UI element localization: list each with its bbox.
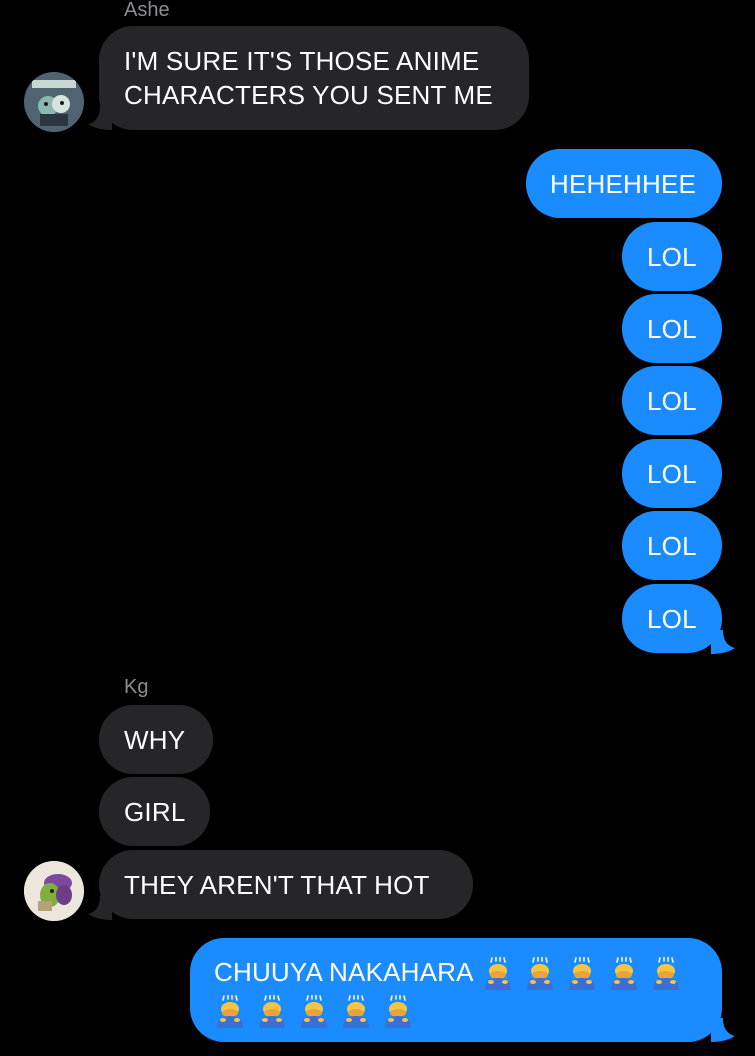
message-text: I'M SURE IT'S THOSE ANIME CHARACTERS YOU… [124,46,493,110]
message-bubble-incoming[interactable]: THEY AREN'T THAT HOT [99,850,473,919]
message-text: WHY [124,725,186,755]
person-bowing-emoji [484,957,511,991]
message-text: CHUUYA NAKAHARA [214,955,722,991]
person-bowing-emoji [259,995,285,1029]
person-bowing-emoji [385,995,411,1029]
ashe-avatar-icon [24,72,84,132]
message-text-label: CHUUYA NAKAHARA [214,957,474,987]
person-bowing-emoji [652,957,679,991]
message-bubble-outgoing[interactable]: HEHEHHEE [526,149,722,218]
bubble-tail-incoming [88,896,112,920]
message-bubble-outgoing[interactable]: LOL [622,294,722,363]
bubble-tail-outgoing [711,1018,735,1042]
message-text: GIRL [124,797,186,827]
message-text: LOL [647,531,697,561]
sender-name-ashe: Ashe [124,0,170,21]
sender-name-kg: Kg [124,676,149,698]
person-bowing-emoji [526,957,553,991]
message-bubble-outgoing[interactable]: LOL [622,222,722,291]
emoji-group-inline [482,957,692,991]
message-bubble-outgoing[interactable]: CHUUYA NAKAHARA [190,938,722,1042]
message-text: HEHEHHEE [550,169,697,199]
message-text: LOL [647,459,697,489]
message-bubble-outgoing[interactable]: LOL [622,511,722,580]
person-bowing-emoji [301,995,327,1029]
person-bowing-emoji [610,957,637,991]
message-text: LOL [647,314,697,344]
message-bubble-incoming[interactable]: GIRL [99,777,210,846]
bubble-tail-incoming [88,106,112,130]
message-bubble-outgoing[interactable]: LOL [622,439,722,508]
bubble-tail-outgoing [711,630,735,654]
message-bubble-incoming[interactable]: WHY [99,705,213,774]
ashe-avatar[interactable] [24,72,84,132]
message-text: LOL [647,242,697,272]
message-text: THEY AREN'T THAT HOT [124,870,430,900]
message-text: LOL [647,386,697,416]
message-bubble-outgoing[interactable]: LOL [622,366,722,435]
kg-avatar-icon [24,861,84,921]
emoji-group-row [214,993,722,1029]
kg-avatar[interactable] [24,861,84,921]
person-bowing-emoji [343,995,369,1029]
message-bubble-outgoing[interactable]: LOL [622,584,722,653]
person-bowing-emoji [568,957,595,991]
person-bowing-emoji [217,995,243,1029]
message-bubble-incoming[interactable]: I'M SURE IT'S THOSE ANIME CHARACTERS YOU… [99,26,529,130]
